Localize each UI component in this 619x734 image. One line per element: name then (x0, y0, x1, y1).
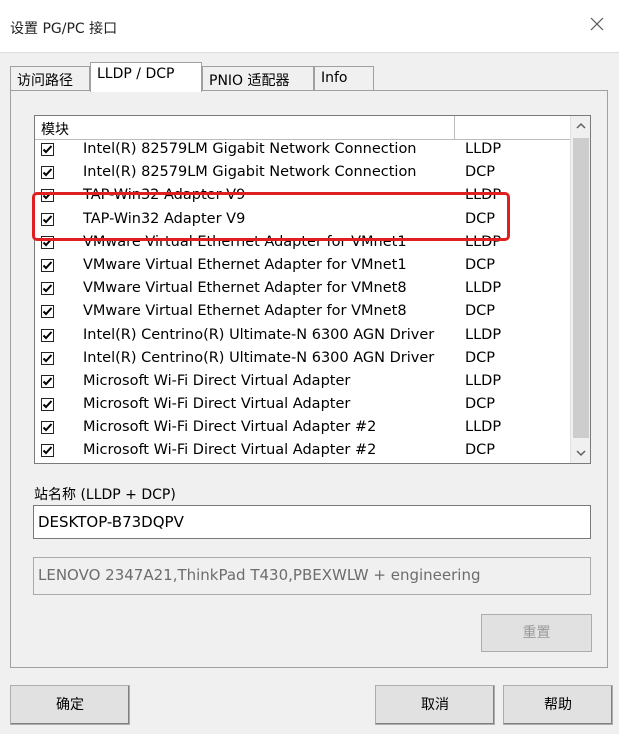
module-list[interactable]: 模块 Intel(R) 82579LM Gigabit Network Conn… (34, 115, 591, 464)
row-checkbox[interactable] (41, 421, 54, 435)
column-header-protocol[interactable] (455, 116, 570, 140)
chevron-up-icon[interactable] (571, 116, 591, 136)
tab-info[interactable]: Info (314, 66, 374, 90)
list-item[interactable]: VMware Virtual Ethernet Adapter for VMne… (35, 302, 570, 325)
list-item[interactable]: Intel(R) 82579LM Gigabit Network Connect… (35, 163, 570, 186)
row-module-name: Intel(R) 82579LM Gigabit Network Connect… (83, 164, 417, 181)
row-module-name: VMware Virtual Ethernet Adapter for VMne… (83, 233, 407, 250)
row-module-name: Microsoft Wi-Fi Direct Virtual Adapter #… (83, 419, 377, 436)
row-module-name: Intel(R) Centrino(R) Ultimate-N 6300 AGN… (83, 326, 435, 343)
row-protocol: LLDP (465, 372, 502, 389)
list-item[interactable]: VMware Virtual Ethernet Adapter for VMne… (35, 279, 570, 302)
check-icon (42, 261, 53, 270)
list-item[interactable]: Intel(R) Centrino(R) Ultimate-N 6300 AGN… (35, 326, 570, 349)
vertical-scrollbar[interactable] (570, 116, 590, 463)
list-item[interactable]: Intel(R) Centrino(R) Ultimate-N 6300 AGN… (35, 349, 570, 372)
ok-button[interactable]: 确定 (10, 685, 130, 725)
row-checkbox[interactable] (41, 143, 54, 156)
list-item[interactable]: Microsoft Wi-Fi Direct Virtual Adapter LL… (35, 372, 570, 395)
row-protocol: DCP (465, 164, 496, 181)
row-protocol: LLDP (465, 141, 502, 157)
check-icon (42, 354, 53, 363)
list-item[interactable]: Microsoft Wi-Fi Direct Virtual Adapter #… (35, 441, 570, 463)
check-icon (42, 423, 53, 432)
row-checkbox[interactable] (41, 351, 54, 365)
row-checkbox[interactable] (41, 282, 54, 296)
window-title: 设置 PG/PC 接口 (10, 21, 118, 37)
check-icon (42, 330, 53, 339)
row-checkbox[interactable] (41, 374, 54, 388)
row-module-name: Intel(R) 82579LM Gigabit Network Connect… (83, 141, 417, 157)
row-checkbox[interactable] (41, 166, 54, 180)
chevron-down-icon[interactable] (571, 443, 591, 463)
tab-lldp-dcp[interactable]: LLDP / DCP (90, 62, 202, 92)
row-protocol: DCP (465, 349, 496, 366)
row-module-name: VMware Virtual Ethernet Adapter for VMne… (83, 256, 407, 273)
row-checkbox[interactable] (41, 305, 54, 319)
row-module-name: Microsoft Wi-Fi Direct Virtual Adapter (83, 372, 351, 389)
check-icon (42, 284, 53, 293)
row-protocol: DCP (465, 210, 496, 227)
list-item[interactable]: Intel(R) 82579LM Gigabit Network Connect… (35, 140, 570, 163)
check-icon (42, 145, 53, 154)
title-bar: 设置 PG/PC 接口 (0, 0, 619, 52)
row-module-name: Intel(R) Centrino(R) Ultimate-N 6300 AGN… (83, 349, 435, 366)
check-icon (42, 238, 53, 247)
list-header: 模块 (35, 116, 570, 140)
check-icon (42, 307, 53, 316)
row-protocol: LLDP (465, 419, 502, 436)
row-checkbox[interactable] (41, 444, 54, 458)
station-name-label: 站名称 (LLDP + DCP) (34, 487, 176, 503)
row-checkbox[interactable] (41, 328, 54, 342)
row-module-name: Microsoft Wi-Fi Direct Virtual Adapter (83, 396, 351, 413)
check-icon (42, 377, 53, 386)
row-protocol: LLDP (465, 233, 502, 250)
row-protocol: LLDP (465, 280, 502, 297)
check-icon (42, 168, 53, 177)
check-icon (42, 214, 53, 224)
list-item[interactable]: VMware Virtual Ethernet Adapter for VMne… (35, 256, 570, 279)
row-checkbox[interactable] (41, 235, 54, 249)
list-item[interactable]: TAP-Win32 Adapter V9 LLDP (35, 186, 570, 209)
station-name-input[interactable] (33, 505, 591, 539)
row-module-name: TAP-Win32 Adapter V9 (83, 210, 246, 227)
row-module-name: VMware Virtual Ethernet Adapter for VMne… (83, 303, 407, 320)
row-checkbox[interactable] (41, 212, 54, 226)
row-checkbox[interactable] (41, 398, 54, 412)
list-item[interactable]: VMware Virtual Ethernet Adapter for VMne… (35, 233, 570, 256)
cancel-button[interactable]: 取消 (375, 685, 495, 725)
column-header-module[interactable]: 模块 (35, 116, 455, 140)
reset-button[interactable]: 重置 (481, 614, 592, 652)
scroll-thumb[interactable] (573, 138, 589, 438)
list-rows: Intel(R) 82579LM Gigabit Network Connect… (35, 140, 570, 463)
row-protocol: DCP (465, 396, 496, 413)
tab-pnio-adapter[interactable]: PNIO 适配器 (202, 66, 314, 90)
device-info-field: LENOVO 2347A21,ThinkPad T430,PBEXWLW + e… (33, 557, 591, 595)
row-module-name: TAP-Win32 Adapter V9 (83, 187, 246, 204)
row-checkbox[interactable] (41, 189, 54, 203)
list-item[interactable]: Microsoft Wi-Fi Direct Virtual Adapter DC… (35, 395, 570, 418)
check-icon (42, 400, 53, 409)
row-module-name: VMware Virtual Ethernet Adapter for VMne… (83, 280, 407, 297)
check-icon (42, 446, 53, 455)
row-protocol: DCP (465, 442, 496, 459)
row-protocol: LLDP (465, 326, 502, 343)
row-checkbox[interactable] (41, 258, 54, 272)
row-module-name: Microsoft Wi-Fi Direct Virtual Adapter #… (83, 442, 377, 459)
help-button[interactable]: 帮助 (503, 685, 613, 725)
tab-access-path[interactable]: 访问路径 (10, 66, 90, 90)
list-item[interactable]: TAP-Win32 Adapter V9 DCP (35, 210, 570, 233)
row-protocol: DCP (465, 303, 496, 320)
list-item[interactable]: Microsoft Wi-Fi Direct Virtual Adapter #… (35, 418, 570, 441)
check-icon (42, 191, 53, 200)
row-protocol: DCP (465, 256, 496, 273)
row-protocol: LLDP (465, 187, 502, 204)
close-icon[interactable] (587, 14, 607, 34)
